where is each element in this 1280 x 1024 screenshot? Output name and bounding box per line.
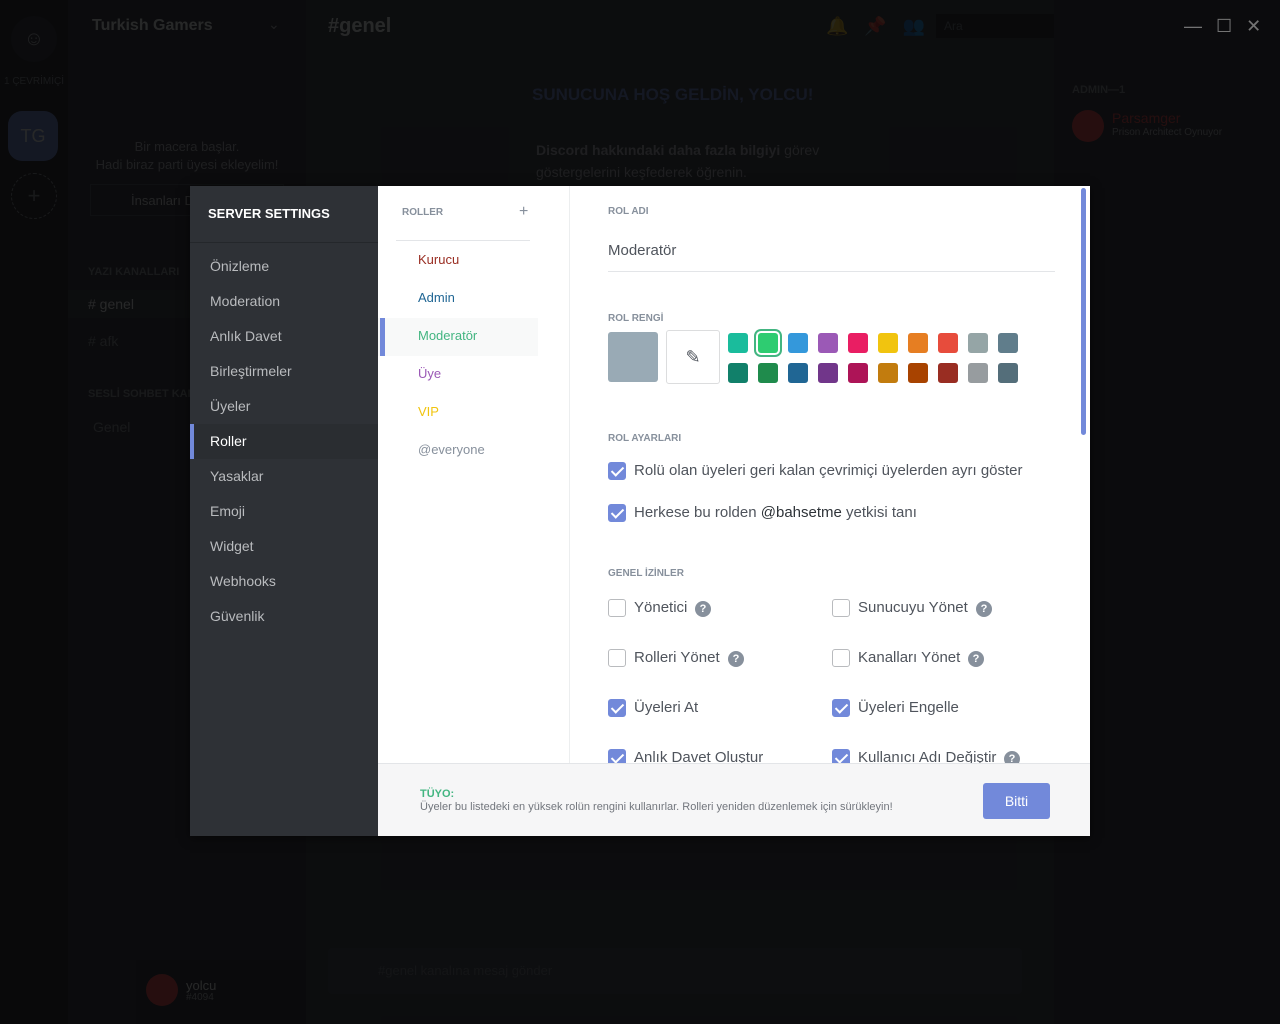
permission-checkbox[interactable] bbox=[608, 649, 626, 667]
divider bbox=[190, 242, 378, 243]
permission-label: Üyeleri At bbox=[634, 699, 699, 716]
permission-checkbox[interactable] bbox=[608, 599, 626, 617]
settings-footer: TÜYO: Üyeler bu listedeki en yüksek rolü… bbox=[378, 763, 1090, 836]
sidebar-item-6[interactable]: Yasaklar bbox=[190, 459, 378, 494]
permission-checkbox[interactable] bbox=[608, 749, 626, 763]
role-editor: ROL ADI Moderatör ROL RENGİ ✎ ROL AYARLA… bbox=[570, 186, 1090, 763]
permission-label: Rolleri Yönet bbox=[634, 649, 720, 666]
color-swatch[interactable] bbox=[728, 333, 748, 353]
scrollbar-thumb[interactable] bbox=[1081, 188, 1086, 435]
custom-color-button[interactable]: ✎ bbox=[666, 330, 720, 384]
permission-checkbox[interactable] bbox=[832, 749, 850, 763]
color-swatch[interactable] bbox=[788, 363, 808, 383]
role-name-input[interactable]: Moderatör bbox=[608, 242, 1055, 272]
settings-nav: Önizleme Moderation Anlık Davet Birleştirme… bbox=[190, 249, 378, 634]
color-swatch[interactable] bbox=[818, 363, 838, 383]
color-swatch[interactable] bbox=[938, 333, 958, 353]
default-color-swatch[interactable] bbox=[608, 332, 658, 382]
settings-content: ROLLER + Kurucu Admin Moderatör Üye VIP @ever… bbox=[378, 186, 1090, 836]
mention-label-pre: Herkese bu rolden bbox=[634, 504, 761, 521]
permission-label: Kullanıcı Adı Değiştir bbox=[858, 749, 997, 763]
plus-icon[interactable]: + bbox=[519, 203, 528, 221]
color-swatch[interactable] bbox=[998, 363, 1018, 383]
color-swatch[interactable] bbox=[818, 333, 838, 353]
roles-header: ROLLER bbox=[402, 207, 444, 218]
color-swatch[interactable] bbox=[848, 333, 868, 353]
permissions-header: GENEL İZİNLER bbox=[608, 568, 684, 579]
checkbox-display-separately[interactable] bbox=[608, 462, 626, 480]
tip-title: TÜYO: bbox=[420, 788, 455, 800]
permission-checkbox[interactable] bbox=[832, 599, 850, 617]
server-settings-modal: SERVER SETTINGS Önizleme Moderation Anlık … bbox=[190, 186, 1090, 836]
mention-label-post: yetkisi tanı bbox=[841, 504, 917, 521]
help-icon[interactable]: ? bbox=[968, 651, 984, 667]
color-swatch[interactable] bbox=[758, 363, 778, 383]
role-list: Kurucu Admin Moderatör Üye VIP @everyone bbox=[378, 242, 570, 470]
role-item[interactable]: VIP bbox=[378, 394, 538, 432]
sidebar-item-7[interactable]: Emoji bbox=[190, 494, 378, 529]
color-swatch[interactable] bbox=[938, 363, 958, 383]
color-swatch[interactable] bbox=[968, 363, 988, 383]
done-button[interactable]: Bitti bbox=[983, 783, 1050, 819]
color-swatch[interactable] bbox=[848, 363, 868, 383]
permission-label: Anlık Davet Oluştur bbox=[634, 749, 764, 763]
tip-text: Üyeler bu listedeki en yüksek rolün reng… bbox=[420, 801, 893, 813]
sidebar-item-0[interactable]: Önizleme bbox=[190, 249, 378, 284]
roles-column: ROLLER + Kurucu Admin Moderatör Üye VIP @ever… bbox=[378, 186, 570, 763]
divider bbox=[396, 240, 530, 241]
help-icon[interactable]: ? bbox=[976, 601, 992, 617]
color-swatch[interactable] bbox=[908, 363, 928, 383]
color-swatch[interactable] bbox=[878, 363, 898, 383]
sidebar-item-8[interactable]: Widget bbox=[190, 529, 378, 564]
help-icon[interactable]: ? bbox=[695, 601, 711, 617]
role-item[interactable]: @everyone bbox=[378, 432, 538, 470]
permission-label: Sunucuyu Yönet bbox=[858, 599, 968, 616]
color-swatch[interactable] bbox=[788, 333, 808, 353]
permission-checkbox[interactable] bbox=[608, 699, 626, 717]
setting-display-separately-label: Rolü olan üyeleri geri kalan çevrimiçi ü… bbox=[634, 462, 1023, 479]
settings-title: SERVER SETTINGS bbox=[208, 206, 330, 221]
role-settings-header: ROL AYARLARI bbox=[608, 433, 682, 444]
permission-label: Kanalları Yönet bbox=[858, 649, 961, 666]
sidebar-item-1[interactable]: Moderation bbox=[190, 284, 378, 319]
role-item[interactable]: Admin bbox=[378, 280, 538, 318]
color-swatch[interactable] bbox=[758, 333, 778, 353]
role-color-header: ROL RENGİ bbox=[608, 313, 664, 324]
sidebar-item-4[interactable]: Üyeler bbox=[190, 389, 378, 424]
permission-label: Yönetici bbox=[634, 599, 688, 616]
role-name-header: ROL ADI bbox=[608, 206, 649, 217]
settings-sidebar: SERVER SETTINGS Önizleme Moderation Anlık … bbox=[190, 186, 378, 836]
role-item[interactable]: Üye bbox=[378, 356, 538, 394]
sidebar-item-10[interactable]: Güvenlik bbox=[190, 599, 378, 634]
help-icon[interactable]: ? bbox=[728, 651, 744, 667]
color-swatch[interactable] bbox=[998, 333, 1018, 353]
permission-checkbox[interactable] bbox=[832, 649, 850, 667]
color-swatch[interactable] bbox=[908, 333, 928, 353]
mention-label-mention: @bahsetme bbox=[760, 504, 842, 521]
sidebar-item-9[interactable]: Webhooks bbox=[190, 564, 378, 599]
checkbox-allow-mention[interactable] bbox=[608, 504, 626, 522]
permission-checkbox[interactable] bbox=[832, 699, 850, 717]
sidebar-item-3[interactable]: Birleştirmeler bbox=[190, 354, 378, 389]
color-swatch[interactable] bbox=[878, 333, 898, 353]
sidebar-item-2[interactable]: Anlık Davet bbox=[190, 319, 378, 354]
setting-allow-mention-label: Herkese bu rolden @bahsetme yetkisi tanı bbox=[634, 504, 917, 521]
color-swatch[interactable] bbox=[728, 363, 748, 383]
role-item[interactable]: Kurucu bbox=[378, 242, 538, 280]
permission-label: Üyeleri Engelle bbox=[858, 699, 959, 716]
help-icon[interactable]: ? bbox=[1004, 751, 1020, 763]
role-item[interactable]: Moderatör bbox=[378, 318, 538, 356]
eyedropper-icon: ✎ bbox=[685, 346, 701, 367]
color-swatch[interactable] bbox=[968, 333, 988, 353]
sidebar-item-5[interactable]: Roller bbox=[190, 424, 378, 459]
